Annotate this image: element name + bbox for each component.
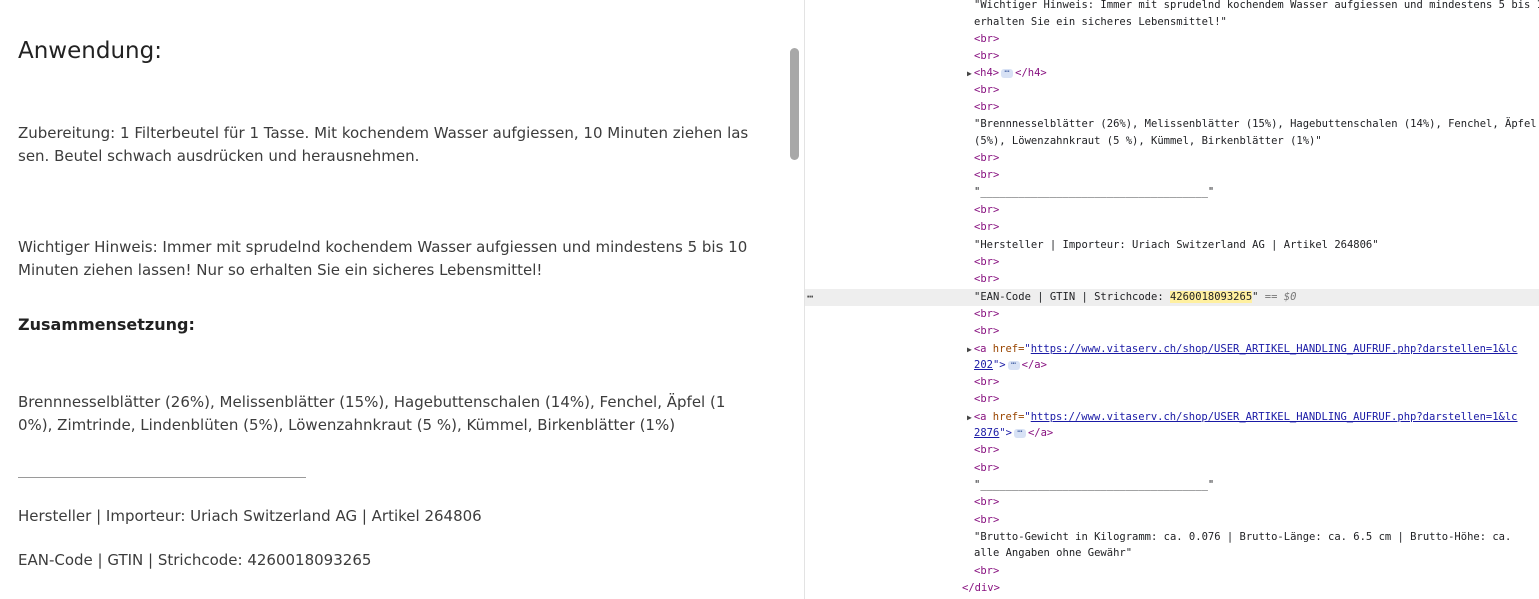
dom-br-node[interactable]: <br> [805,167,1539,184]
manufacturer-text: Hersteller | Importeur: Uriach Switzerla… [18,507,482,525]
dom-anchor-node[interactable]: ▶ <a href="https://www.vitaserv.ch/shop/U… [805,409,1539,426]
dom-br-node[interactable]: <br> [805,254,1539,271]
dom-anchor-node[interactable]: ▶ <a href="https://www.vitaserv.ch/shop/U… [805,341,1539,358]
dom-br-node[interactable]: <br> [805,82,1539,99]
dom-anchor-node-cont[interactable]: 2876"> ⋯ </a> [805,425,1539,442]
dom-br-node[interactable]: <br> [805,219,1539,236]
more-actions-icon[interactable]: ⋯ [807,289,813,306]
dom-br-node[interactable]: <br> [805,271,1539,288]
dom-text-node[interactable]: "____________________________________" [805,184,1539,201]
dom-br-node[interactable]: <br> [805,391,1539,408]
search-highlight: 4260018093265 [1169,291,1253,303]
dom-h4-node[interactable]: ▶ <h4> ⋯ </h4> [805,65,1539,82]
dom-br-node[interactable]: <br> [805,512,1539,529]
dom-text-node[interactable]: "Brennnesselblätter (26%), Melissenblätt… [805,116,1539,133]
dom-text-node[interactable]: alle Angaben ohne Gewähr" [805,545,1539,562]
dom-br-node[interactable]: <br> [805,374,1539,391]
collapsed-ellipsis-icon[interactable]: ⋯ [1001,67,1014,78]
dom-text-node[interactable]: "Brutto-Gewicht in Kilogramm: ca. 0.076 … [805,529,1539,546]
collapsed-ellipsis-icon[interactable]: ⋯ [1007,359,1020,370]
horizontal-rule [18,477,306,478]
dom-div-close-node[interactable]: </div> [805,580,1539,597]
dom-text-node[interactable]: "Hersteller | Importeur: Uriach Switzerl… [805,237,1539,254]
important-note-text: Wichtiger Hinweis: Immer mit sprudelnd k… [18,238,748,279]
dom-text-node[interactable]: erhalten Sie ein sicheres Lebensmittel!" [805,14,1539,31]
dom-br-node[interactable]: <br> [805,99,1539,116]
dom-br-node[interactable]: <br> [805,323,1539,340]
dom-br-node[interactable]: <br> [805,442,1539,459]
dom-br-node[interactable]: <br> [805,494,1539,511]
collapsed-ellipsis-icon[interactable]: ⋯ [1013,427,1026,438]
expand-triangle-icon[interactable]: ▶ [967,345,972,354]
page-content-pane: Anwendung: Zubereitung: 1 Filterbeutel f… [0,0,774,599]
href-link[interactable]: https://www.vitaserv.ch/shop/USER_ARTIKE… [1031,411,1518,423]
dom-br-node[interactable]: <br> [805,202,1539,219]
composition-text: Brennnesselblätter (26%), Melissenblätte… [18,393,726,434]
dom-text-node[interactable]: "Wichtiger Hinweis: Immer mit sprudelnd … [805,0,1539,14]
preparation-text: Zubereitung: 1 Filterbeutel für 1 Tasse.… [18,124,749,165]
heading-composition: Zusammensetzung: [18,315,195,334]
dom-text-node[interactable]: "____________________________________" [805,477,1539,494]
dom-anchor-node-cont[interactable]: 202"> ⋯ </a> [805,357,1539,374]
expand-triangle-icon[interactable]: ▶ [967,413,972,422]
dom-br-node[interactable]: <br> [805,150,1539,167]
dom-br-node[interactable]: <br> [805,460,1539,477]
expand-triangle-icon[interactable]: ▶ [967,69,972,78]
scrollbar-thumb[interactable] [790,48,799,160]
dom-br-node[interactable]: <br> [805,306,1539,323]
dom-br-node[interactable]: <br> [805,563,1539,580]
heading-application: Anwendung: [18,38,162,64]
ean-text: EAN-Code | GTIN | Strichcode: 4260018093… [18,551,372,569]
page-scrollbar[interactable] [774,0,805,599]
devtools-elements-panel: "Wichtiger Hinweis: Immer mit sprudelnd … [805,0,1539,599]
dom-text-node-selected[interactable]: ⋯ "EAN-Code | GTIN | Strichcode: 4260018… [805,289,1539,306]
dom-br-node[interactable]: <br> [805,48,1539,65]
href-link[interactable]: https://www.vitaserv.ch/shop/USER_ARTIKE… [1031,343,1518,355]
dom-br-node[interactable]: <br> [805,31,1539,48]
dom-text-node[interactable]: (5%), Löwenzahnkraut (5 %), Kümmel, Birk… [805,133,1539,150]
